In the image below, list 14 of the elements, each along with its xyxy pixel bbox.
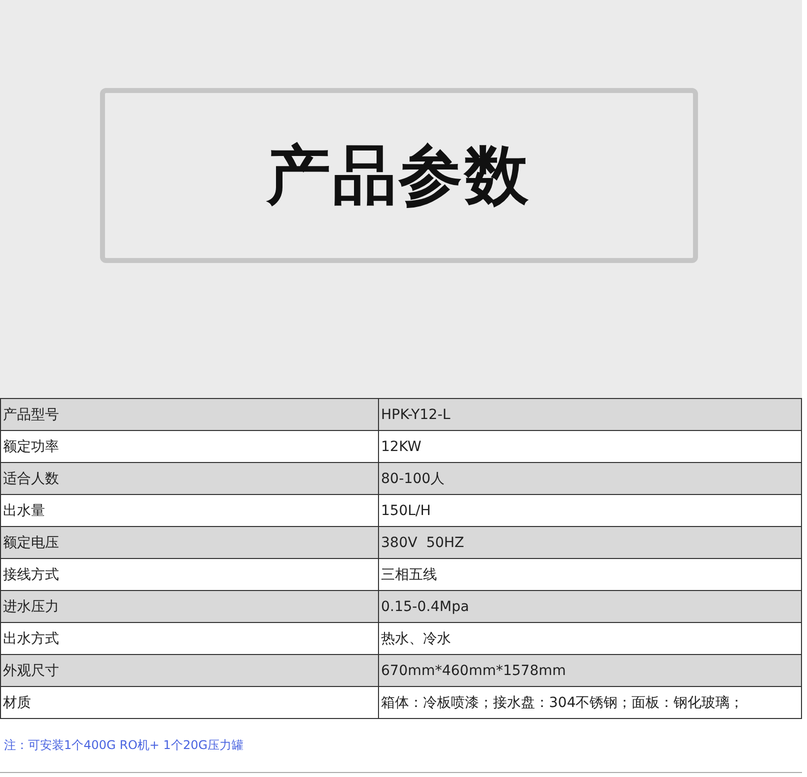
table-cell: 产品型号 <box>0 398 378 430</box>
banner-title: 产品参数 <box>100 88 698 263</box>
table-cell: 额定电压 <box>0 526 378 558</box>
table-cell: 材质 <box>0 686 378 718</box>
note-text: 注：可安装1个400G RO机+ 1个20G压力罐 <box>4 737 244 754</box>
table-cell: 外观尺寸 <box>0 654 378 686</box>
table-cell: 进水压力 <box>0 590 378 622</box>
table-cell: 670mm*460mm*1578mm <box>378 654 802 686</box>
table-cell: 适合人数 <box>0 462 378 494</box>
table-cell: 380V 50HZ <box>378 526 802 558</box>
table-cell: 80-100人 <box>378 462 802 494</box>
table-cell: 0.15-0.4Mpa <box>378 590 802 622</box>
table-cell: HPK-Y12-L <box>378 398 802 430</box>
table-cell: 箱体：冷板喷漆；接水盘：304不锈钢；面板：钢化玻璃； <box>378 686 802 718</box>
